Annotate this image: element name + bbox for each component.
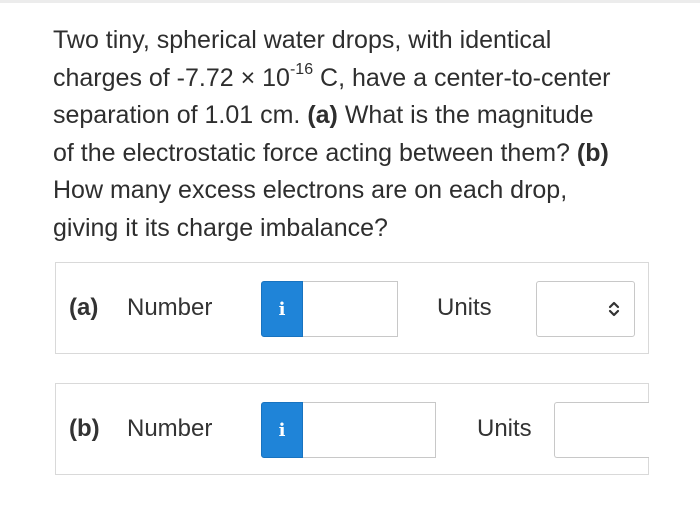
question-line-3: separation of 1.01 cm. (a) What is the m… xyxy=(53,101,594,129)
exponent: -16 xyxy=(289,61,314,79)
units-select-a[interactable] xyxy=(536,281,635,337)
question-line-6: giving it its charge imbalance? xyxy=(53,213,388,242)
answer-box-a: (a) Number i Units xyxy=(55,262,649,354)
number-input-a[interactable] xyxy=(303,281,398,337)
question-line-5: How many excess electrons are on each dr… xyxy=(53,176,568,204)
question-line-4: of the electrostatic force acting betwee… xyxy=(53,138,609,167)
units-select-b[interactable] xyxy=(554,402,649,458)
units-label-b: Units xyxy=(477,415,532,442)
info-icon: i xyxy=(278,298,286,320)
number-label-b: Number xyxy=(127,415,213,442)
part-label-a: (a) xyxy=(69,294,99,321)
question-text: Two tiny, spherical water drops, with id… xyxy=(53,22,663,247)
info-icon: i xyxy=(278,419,286,441)
info-button-b[interactable]: i xyxy=(261,402,303,458)
question-line-1: Two tiny, spherical water drops, with id… xyxy=(53,26,552,54)
answer-box-b: (b) Number i Units xyxy=(55,383,649,475)
updown-chevron-icon xyxy=(608,301,620,317)
number-label-a: Number xyxy=(127,294,213,321)
units-label-a: Units xyxy=(437,294,492,321)
part-label-b: (b) xyxy=(69,415,100,442)
top-divider xyxy=(0,0,700,3)
info-button-a[interactable]: i xyxy=(261,281,303,337)
number-input-b[interactable] xyxy=(303,402,436,458)
question-line-2: charges of -7.72 × 10-16 C, have a cente… xyxy=(53,61,611,92)
